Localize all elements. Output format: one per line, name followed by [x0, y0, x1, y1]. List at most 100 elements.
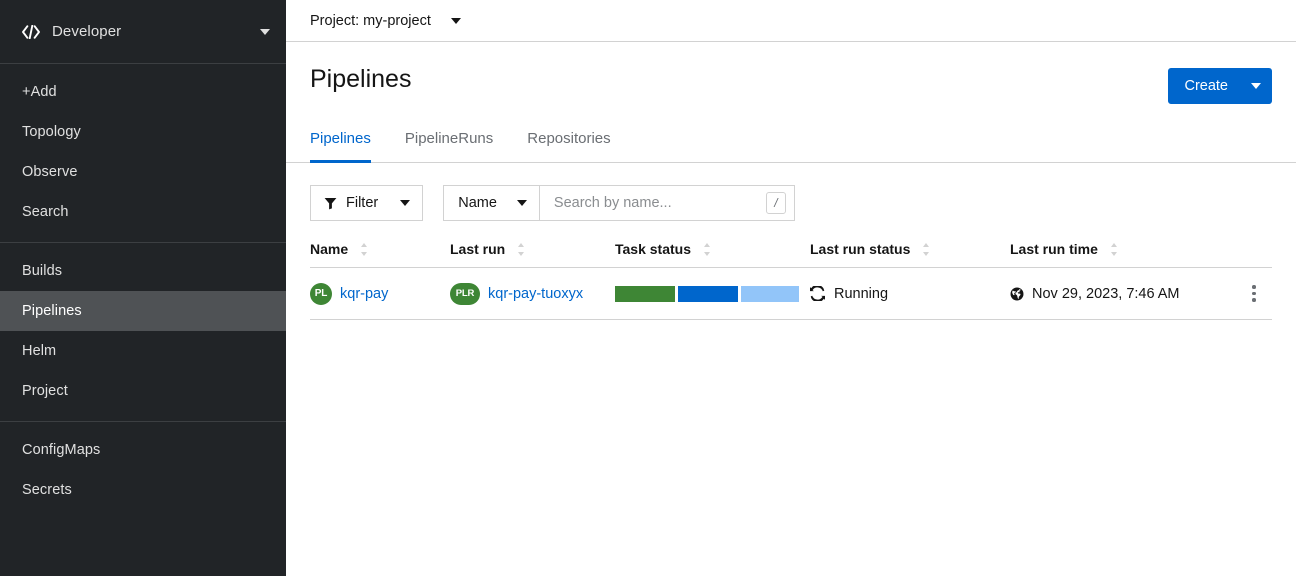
cell-name: PL kqr-pay	[310, 283, 450, 305]
column-header-label: Name	[310, 241, 348, 257]
chevron-down-icon	[451, 18, 461, 24]
column-header-last-run-time[interactable]: Last run time	[1010, 241, 1236, 257]
table-header-row: Name Last run Task status	[310, 241, 1272, 268]
task-segment-running[interactable]	[678, 286, 738, 302]
tab-pipelines[interactable]: Pipelines	[310, 122, 371, 163]
create-button-dropdown-toggle[interactable]	[1240, 68, 1272, 104]
status-badge: Running	[810, 286, 888, 302]
status-label: Running	[834, 286, 888, 302]
sidebar-item-add[interactable]: +Add	[0, 72, 286, 112]
perspective-switcher[interactable]: Developer	[0, 0, 286, 64]
sidebar-item-helm[interactable]: Helm	[0, 331, 286, 371]
list-toolbar: Filter Name /	[286, 163, 1296, 221]
page-title: Pipelines	[310, 64, 1168, 94]
sidebar-item-label: Secrets	[22, 482, 72, 498]
nav-group-primary: +Add Topology Observe Search	[0, 64, 286, 243]
pipelinerun-link[interactable]: kqr-pay-tuoxyx	[488, 286, 583, 302]
column-header-last-run[interactable]: Last run	[450, 241, 615, 257]
code-icon	[22, 23, 40, 41]
sort-icon	[703, 243, 711, 256]
column-header-label: Task status	[615, 241, 691, 257]
chevron-down-icon	[400, 200, 410, 206]
filter-dropdown[interactable]: Filter	[310, 185, 423, 221]
column-header-name[interactable]: Name	[310, 241, 450, 257]
cell-task-status	[615, 286, 810, 302]
sidebar-item-project[interactable]: Project	[0, 371, 286, 411]
globe-icon	[1010, 287, 1024, 301]
sidebar-item-configmaps[interactable]: ConfigMaps	[0, 430, 286, 470]
sidebar-item-label: Pipelines	[22, 303, 82, 319]
sidebar-item-label: Helm	[22, 343, 56, 359]
sidebar-item-builds[interactable]: Builds	[0, 251, 286, 291]
search-input[interactable]	[554, 195, 766, 211]
kebab-dot	[1252, 285, 1256, 289]
sidebar-item-label: Builds	[22, 263, 62, 279]
row-kebab-menu[interactable]	[1242, 279, 1266, 308]
chevron-down-icon	[1251, 83, 1261, 89]
timestamp-label: Nov 29, 2023, 7:46 AM	[1032, 286, 1180, 302]
task-status-bar	[615, 286, 799, 302]
kebab-dot	[1252, 292, 1256, 296]
column-header-task-status[interactable]: Task status	[615, 241, 810, 257]
pipelinerun-resource-badge: PLR	[450, 283, 480, 305]
sidebar-item-topology[interactable]: Topology	[0, 112, 286, 152]
sidebar: Developer +Add Topology Observe Search B…	[0, 0, 286, 576]
cell-last-run: PLR kqr-pay-tuoxyx	[450, 283, 615, 305]
sort-icon	[1110, 243, 1118, 256]
page-header: Pipelines Create	[286, 42, 1296, 104]
sidebar-item-label: Topology	[22, 124, 81, 140]
table-row: PL kqr-pay PLR kqr-pay-tuoxyx	[310, 268, 1272, 320]
cell-last-run-time: Nov 29, 2023, 7:46 AM	[1010, 286, 1236, 302]
column-header-label: Last run status	[810, 241, 910, 257]
chevron-down-icon	[517, 200, 527, 206]
filter-dropdown-label: Filter	[346, 195, 378, 211]
create-button-label: Create	[1168, 68, 1240, 104]
task-segment-pending[interactable]	[741, 286, 799, 302]
tab-label: Repositories	[527, 130, 610, 147]
nav-group-resources: Builds Pipelines Helm Project	[0, 243, 286, 422]
sort-icon	[517, 243, 525, 256]
tab-label: PipelineRuns	[405, 130, 493, 147]
perspective-label: Developer	[52, 23, 260, 40]
project-selector[interactable]: Project: my-project	[286, 0, 1296, 42]
sidebar-item-search[interactable]: Search	[0, 192, 286, 232]
search-field-wrap: /	[540, 186, 794, 220]
chevron-down-icon	[260, 29, 270, 35]
sync-icon	[810, 286, 825, 301]
main-content: Project: my-project Pipelines Create Pip…	[286, 0, 1296, 576]
tab-label: Pipelines	[310, 130, 371, 147]
column-header-last-run-status[interactable]: Last run status	[810, 241, 1010, 257]
search-attribute-label: Name	[458, 195, 497, 211]
project-selector-label: Project: my-project	[310, 13, 431, 29]
sidebar-item-label: Search	[22, 204, 69, 220]
task-segment-succeeded[interactable]	[615, 286, 675, 302]
tab-repositories[interactable]: Repositories	[527, 122, 610, 163]
sidebar-item-secrets[interactable]: Secrets	[0, 470, 286, 510]
sort-icon	[922, 243, 930, 256]
sidebar-item-label: ConfigMaps	[22, 442, 100, 458]
sidebar-item-observe[interactable]: Observe	[0, 152, 286, 192]
column-header-label: Last run time	[1010, 241, 1098, 257]
pipeline-link[interactable]: kqr-pay	[340, 286, 388, 302]
cell-actions	[1236, 279, 1272, 308]
sidebar-item-label: Observe	[22, 164, 78, 180]
tab-pipelineruns[interactable]: PipelineRuns	[405, 122, 493, 163]
sidebar-item-label: +Add	[22, 84, 57, 100]
page-tabs: Pipelines PipelineRuns Repositories	[286, 122, 1296, 163]
sort-icon	[360, 243, 368, 256]
cell-last-run-status: Running	[810, 286, 1010, 302]
search-shortcut-badge: /	[766, 192, 786, 214]
search-group: Name /	[443, 185, 795, 221]
pipelines-table: Name Last run Task status	[286, 241, 1296, 320]
timestamp: Nov 29, 2023, 7:46 AM	[1010, 286, 1180, 302]
sidebar-item-label: Project	[22, 383, 68, 399]
search-attribute-dropdown[interactable]: Name	[444, 186, 540, 220]
kebab-dot	[1252, 298, 1256, 302]
column-header-label: Last run	[450, 241, 505, 257]
sidebar-item-pipelines[interactable]: Pipelines	[0, 291, 286, 331]
pipeline-resource-badge: PL	[310, 283, 332, 305]
funnel-icon	[324, 197, 337, 210]
nav-group-config: ConfigMaps Secrets	[0, 422, 286, 520]
create-button[interactable]: Create	[1168, 68, 1272, 104]
console-page: Developer +Add Topology Observe Search B…	[0, 0, 1296, 576]
